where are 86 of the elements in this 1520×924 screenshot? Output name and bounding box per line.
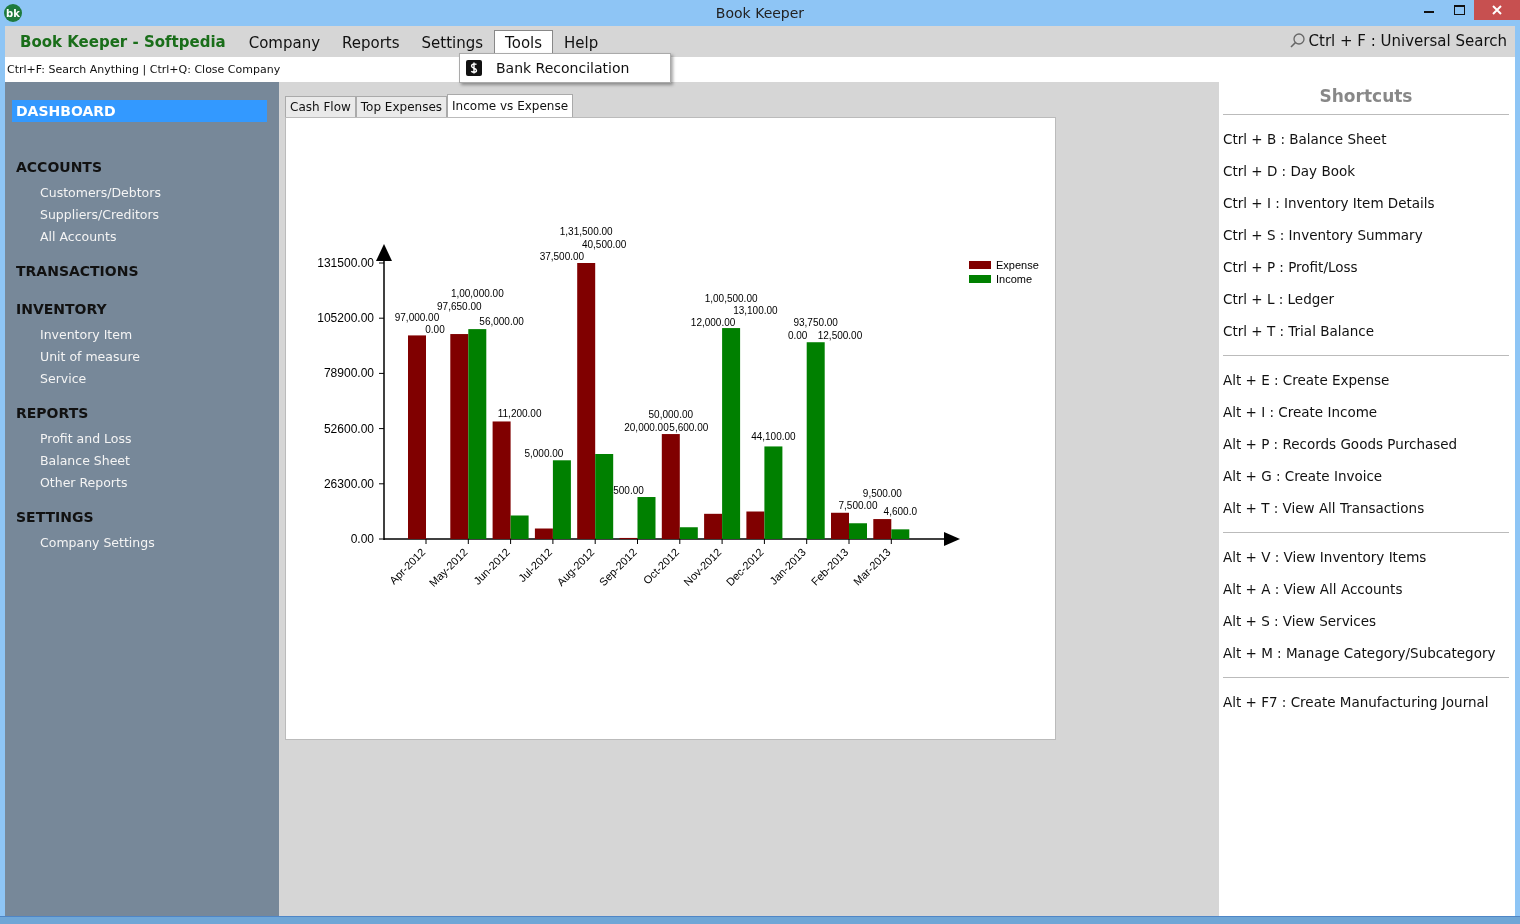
sidebar-heading[interactable]: ACCOUNTS <box>12 156 267 178</box>
legend-label: Income <box>996 273 1033 285</box>
menu-item[interactable]: Bank Reconcilation <box>460 59 636 77</box>
tab[interactable]: Top Expenses <box>355 96 448 117</box>
data-label: 37,500.00 <box>539 251 585 263</box>
data-label: 4,600.0 <box>883 506 917 518</box>
data-label: 5,600.00 <box>669 422 709 434</box>
shortcut-item: Ctrl + S : Inventory Summary <box>1223 226 1424 245</box>
axis-label: 26300.00 <box>323 476 374 491</box>
data-label: 12,000.00 <box>690 316 736 328</box>
shortcut-item: Ctrl + B : Balance Sheet <box>1223 130 1388 149</box>
legend-label: Expense <box>996 259 1039 271</box>
sidebar-heading[interactable]: SETTINGS <box>12 506 267 528</box>
sidebar-item[interactable]: Customers/Debtors <box>12 182 279 204</box>
maximize-icon <box>1453 5 1465 15</box>
axis-label: 105200.00 <box>317 311 374 326</box>
tab[interactable]: Income vs Expense <box>447 94 574 117</box>
data-label: 97,000.00 <box>394 312 440 324</box>
app-brand: Book Keeper - Softpedia <box>19 33 227 53</box>
shortcut-item: Ctrl + L : Ledger <box>1223 290 1336 309</box>
axis-label: 131500.00 <box>317 256 374 270</box>
data-label: 5,000.00 <box>524 447 564 459</box>
tab[interactable]: Cash Flow <box>285 96 356 117</box>
menu-item[interactable]: Settings <box>410 30 495 57</box>
data-label: 97,650.00 <box>437 301 482 313</box>
menu-item[interactable]: Help <box>553 30 610 57</box>
sidebar-item[interactable]: Inventory Item <box>12 324 279 346</box>
shortcut-item: Alt + F7 : Create Manufacturing Journal <box>1223 693 1490 712</box>
shortcut-item: Alt + M : Manage Category/Subcategory <box>1223 644 1497 663</box>
sidebar-heading[interactable]: INVENTORY <box>12 298 267 320</box>
data-label: 7,500.00 <box>838 500 878 512</box>
axis-label: 78900.00 <box>323 366 374 381</box>
shortcut-item: Ctrl + D : Day Book <box>1223 162 1356 181</box>
shortcut-item: Ctrl + I : Inventory Item Details <box>1223 194 1436 213</box>
sidebar-item[interactable]: Company Settings <box>12 532 279 554</box>
data-label: 50,000.00 <box>648 409 694 421</box>
sidebar-item[interactable]: All Accounts <box>12 226 279 248</box>
data-label: 1,00,000.00 <box>450 288 504 300</box>
window-title: Book Keeper <box>715 5 805 21</box>
sidebar-item[interactable]: Other Reports <box>12 472 279 494</box>
sidebar-heading[interactable]: REPORTS <box>12 402 267 424</box>
shortcut-item: Alt + E : Create Expense <box>1223 371 1391 390</box>
shortcut-item: Alt + A : View All Accounts <box>1223 580 1404 599</box>
sidebar-item[interactable]: Profit and Loss <box>12 428 279 450</box>
shortcut-item: Alt + S : View Services <box>1223 612 1378 631</box>
data-label: 93,750.00 <box>793 317 838 329</box>
data-label: 500.00 <box>613 484 644 496</box>
data-label: 0.00 <box>425 324 445 335</box>
sidebar-item[interactable]: Balance Sheet <box>12 450 279 472</box>
shortcut-item: Alt + V : View Inventory Items <box>1223 548 1428 567</box>
data-label: 44,100.00 <box>751 431 796 443</box>
shortcut-item: Ctrl + T : Trial Balance <box>1223 322 1375 341</box>
data-label: 12,500.00 <box>817 329 863 341</box>
data-label: 13,100.00 <box>733 304 778 316</box>
data-label: 20,000.00 <box>624 422 669 433</box>
sidebar-heading[interactable]: TRANSACTIONS <box>12 260 267 282</box>
data-label: 1,31,500.00 <box>559 226 613 237</box>
axis-label: 0.00 <box>350 532 374 546</box>
data-label: 40,500.00 <box>581 239 627 250</box>
shortcut-item: Alt + I : Create Income <box>1223 403 1379 422</box>
data-label: 11,200.00 <box>497 408 542 420</box>
shortcut-item: Alt + G : Create Invoice <box>1223 467 1384 486</box>
legend-swatch <box>969 275 991 283</box>
close-button[interactable] <box>1474 0 1520 20</box>
sidebar-item[interactable]: Service <box>12 368 279 390</box>
sidebar-item[interactable]: Suppliers/Creditors <box>12 204 279 226</box>
app-logo-icon: bk <box>4 4 22 22</box>
search-icon <box>1289 33 1306 49</box>
search-shortcut[interactable]: Ctrl + F : Universal Search <box>1308 32 1507 50</box>
sidebar-heading[interactable]: DASHBOARD <box>12 100 267 122</box>
menu-item[interactable]: Reports <box>331 30 411 57</box>
legend-swatch <box>969 261 991 269</box>
close-icon <box>1492 5 1502 15</box>
menu-item[interactable]: Company <box>237 30 332 57</box>
data-label: 1,00,500.00 <box>704 293 758 305</box>
shortcut-item: Alt + P : Records Goods Purchased <box>1223 435 1459 454</box>
shortcut-item: Alt + T : View All Transactions <box>1223 499 1426 518</box>
data-label: 0.00 <box>787 330 808 341</box>
data-label: 9,500.00 <box>862 488 902 500</box>
axis-label: 52600.00 <box>323 421 374 436</box>
data-label: 56,000.00 <box>479 316 524 328</box>
shortcut-item: Ctrl + P : Profit/Loss <box>1223 258 1359 277</box>
panel-title: Shortcuts <box>1223 82 1509 115</box>
sidebar-item[interactable]: Unit of measure <box>12 346 279 368</box>
shortcut-hint: Ctrl+F: Search Anything | Ctrl+Q: Close Company <box>7 63 281 76</box>
dollar-icon <box>466 60 482 76</box>
